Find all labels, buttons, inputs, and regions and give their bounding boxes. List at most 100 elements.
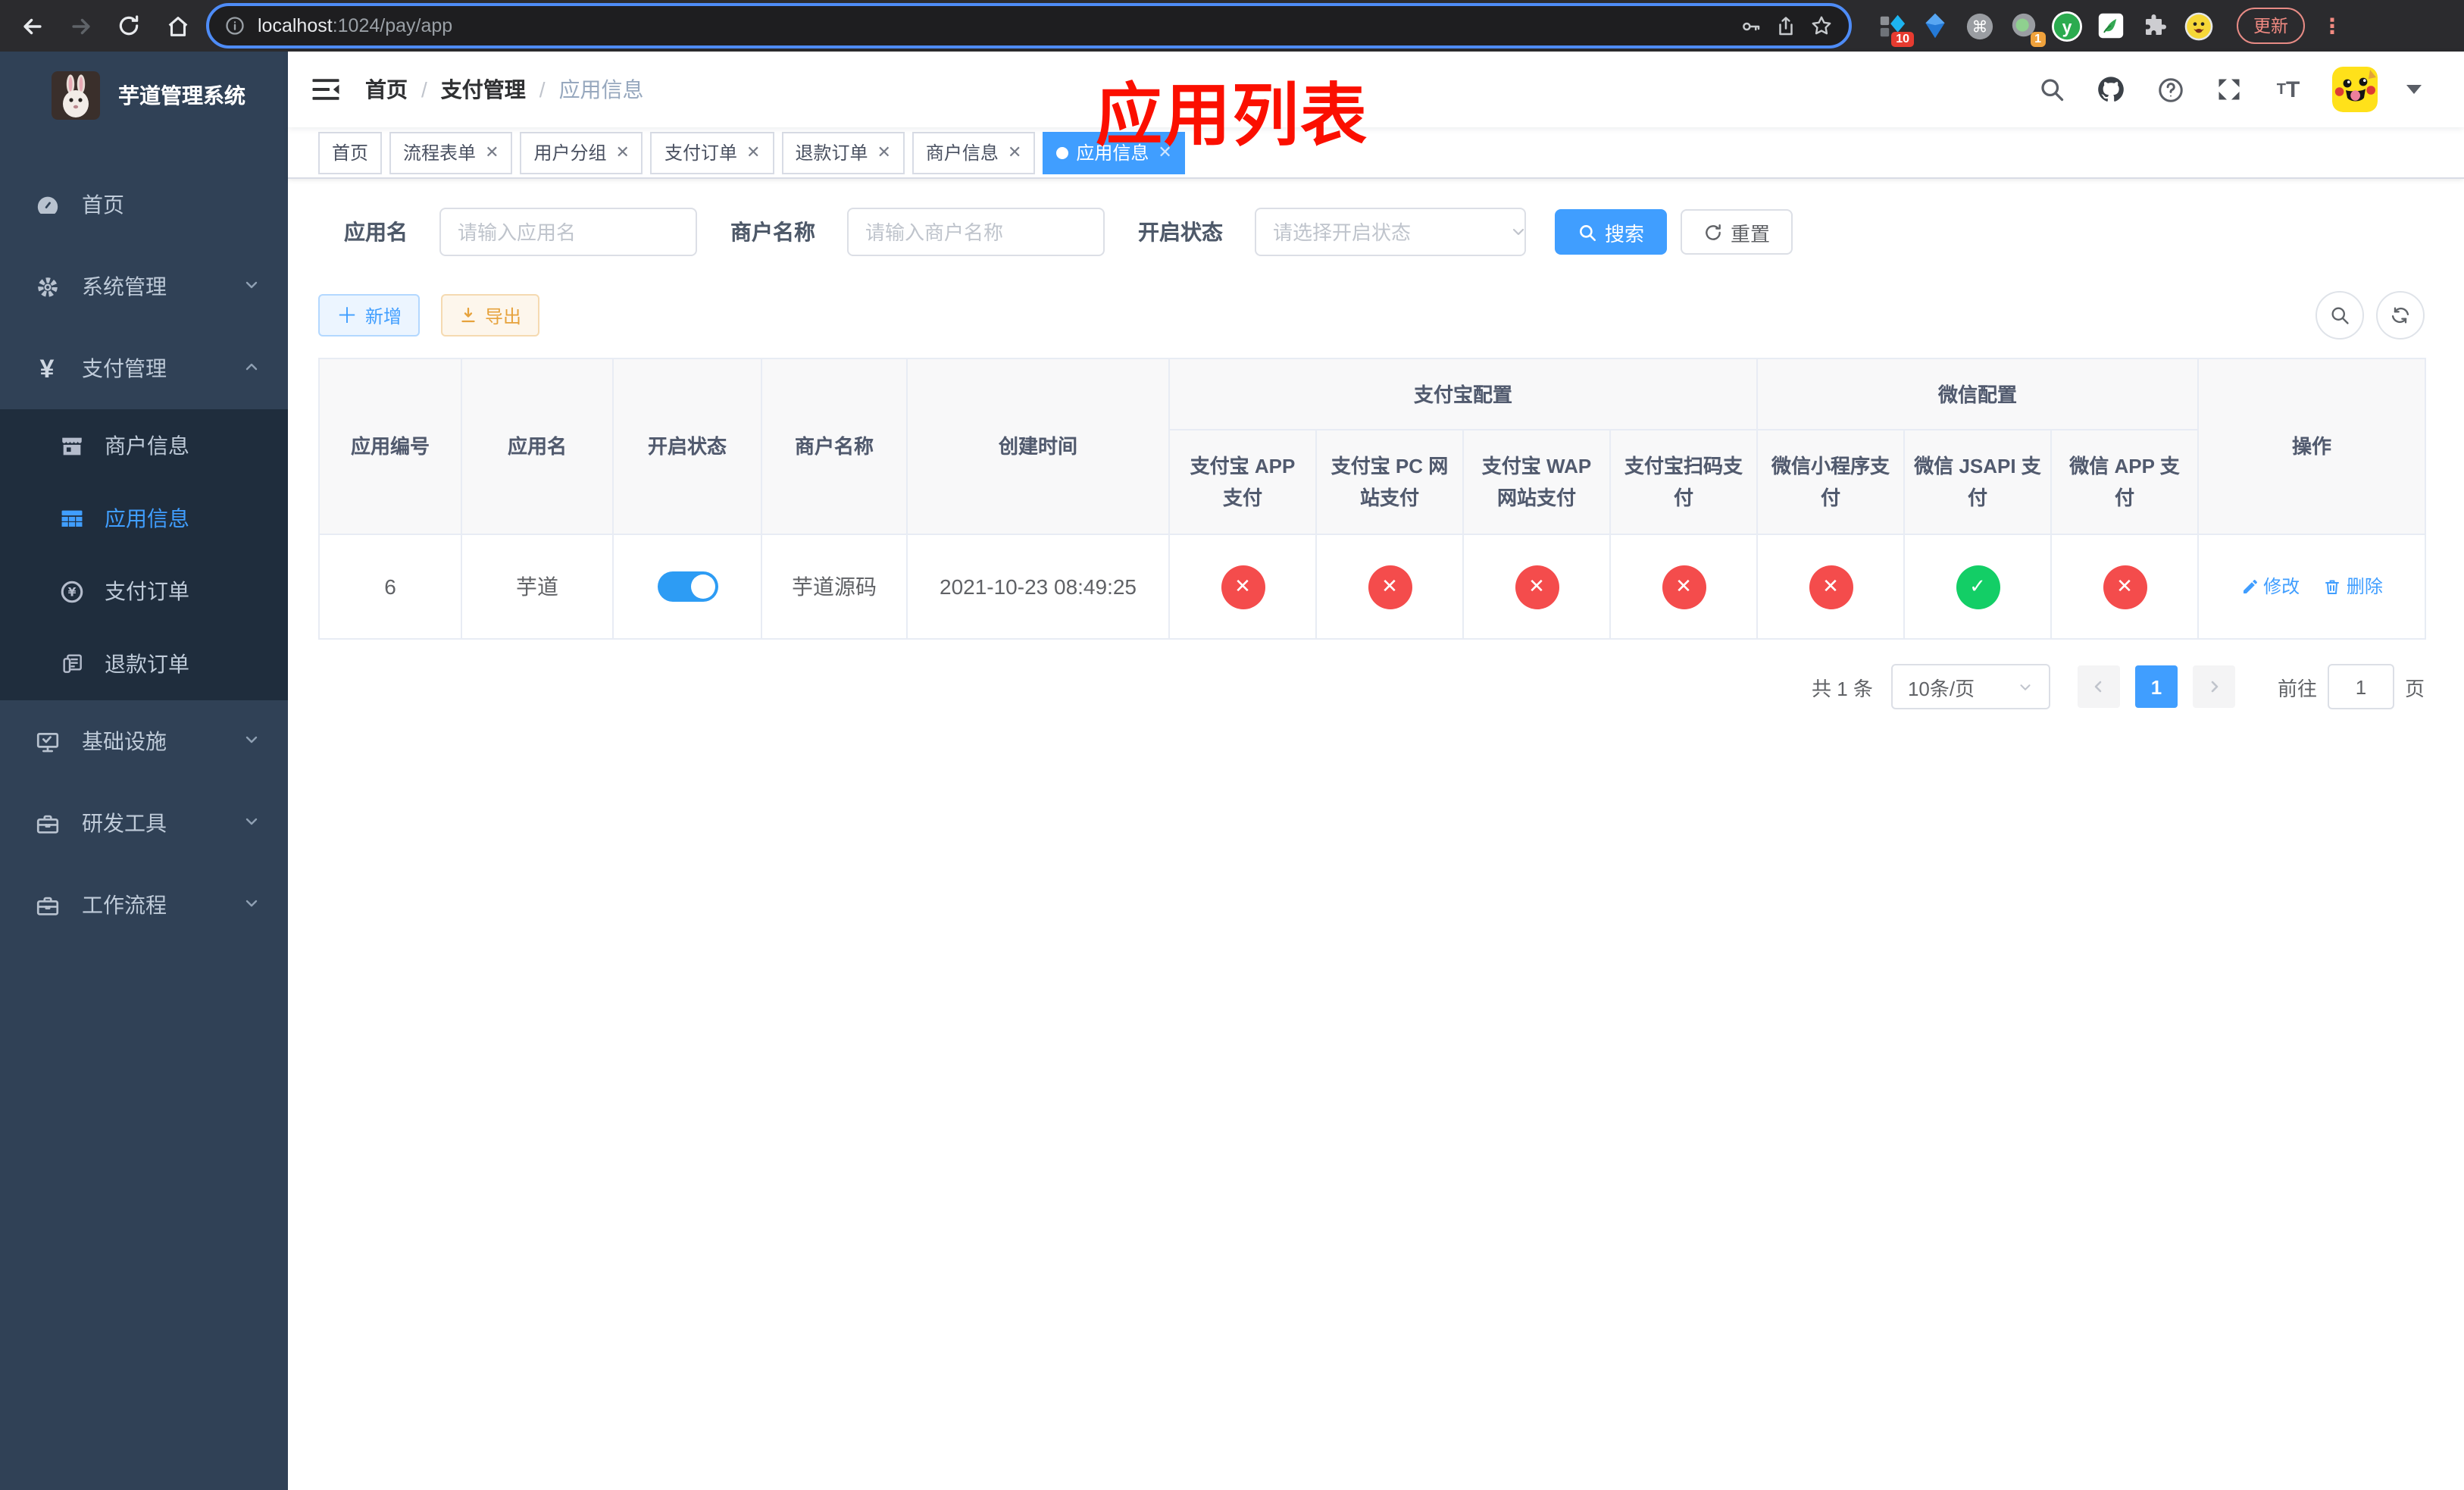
dashboard-icon — [33, 191, 61, 218]
logo-rabbit-image — [52, 71, 100, 120]
sidebar-item-workflow[interactable]: 工作流程 — [0, 864, 288, 946]
extension-y-icon[interactable]: y — [2052, 11, 2082, 41]
yen-icon: ¥ — [39, 354, 55, 383]
app-name-input[interactable] — [439, 208, 697, 256]
extension-proxy-icon[interactable]: 1 — [2008, 11, 2046, 47]
wechat-jsapi-status-icon — [1956, 565, 2000, 609]
sidebar-menu: 首页 系统管理 ¥ 支付管理 商户信息 应用信息 ¥ 支付订单 退款订单 基础设… — [0, 164, 288, 946]
tab-process-form[interactable]: 流程表单 ✕ — [389, 131, 513, 174]
search-button[interactable]: 搜索 — [1555, 209, 1668, 255]
cell-app-name: 芋道 — [461, 534, 614, 640]
sidebar-item-dev-tools[interactable]: 研发工具 — [0, 782, 288, 864]
add-button[interactable]: ＋ 新增 — [318, 294, 421, 337]
app-logo[interactable]: 芋道管理系统 — [0, 52, 288, 139]
fullscreen-icon[interactable] — [2214, 74, 2244, 105]
header-search-icon[interactable] — [2037, 74, 2067, 105]
prev-page-button[interactable] — [2077, 665, 2120, 708]
extension-notes-icon[interactable] — [2096, 11, 2126, 41]
cell-created: 2021-10-23 08:49:25 — [906, 534, 1170, 640]
app-name-label: 应用名 — [344, 220, 408, 244]
close-icon[interactable]: ✕ — [616, 142, 630, 162]
app-navbar: 首页 / 支付管理 / 应用信息 T T — [288, 52, 2464, 127]
toggle-search-button[interactable] — [2315, 291, 2364, 340]
extension-command-icon[interactable]: ⌘ — [1964, 11, 1994, 41]
page-number-1[interactable]: 1 — [2134, 665, 2178, 708]
url-bar[interactable]: localhost:1024/pay/app — [206, 3, 1852, 49]
close-icon[interactable]: ✕ — [1008, 142, 1021, 162]
status-select[interactable] — [1255, 208, 1543, 256]
sidebar-item-label: 研发工具 — [82, 811, 167, 835]
close-icon[interactable]: ✕ — [1158, 142, 1171, 162]
refresh-table-button[interactable] — [2376, 291, 2425, 340]
extensions-puzzle-icon[interactable] — [2140, 11, 2170, 41]
close-icon[interactable]: ✕ — [746, 142, 760, 162]
sidebar-item-system[interactable]: 系统管理 — [0, 246, 288, 327]
extensions-area: 10 ⌘ 1 y 更新 ⋮ — [1876, 8, 2346, 47]
share-icon[interactable] — [1775, 14, 1797, 37]
sidebar-item-infrastructure[interactable]: 基础设施 — [0, 700, 288, 782]
sidebar: 芋道管理系统 首页 系统管理 ¥ 支付管理 商户信息 应用信息 ¥ 支付订单 退… — [0, 52, 288, 1490]
col-status: 开启状态 — [612, 358, 762, 535]
breadcrumb-home[interactable]: 首页 — [365, 74, 408, 105]
status-label: 开启状态 — [1138, 220, 1223, 244]
sidebar-item-label: 系统管理 — [82, 274, 167, 299]
extension-kite-icon[interactable] — [1920, 11, 1950, 41]
wechat-app-status-icon — [2103, 565, 2147, 609]
goto-page-input[interactable] — [2327, 664, 2394, 709]
back-icon[interactable] — [12, 6, 52, 45]
extension-blocks-icon[interactable]: 10 — [1876, 11, 1914, 47]
help-icon[interactable] — [2155, 74, 2185, 105]
star-bookmark-icon[interactable] — [1809, 14, 1834, 38]
url-text[interactable]: localhost:1024/pay/app — [258, 15, 1728, 36]
sidebar-item-home[interactable]: 首页 — [0, 164, 288, 246]
delete-link[interactable]: 删除 — [2324, 574, 2383, 599]
export-button[interactable]: 导出 — [441, 294, 540, 337]
chevron-up-icon — [242, 356, 261, 380]
avatar-dropdown-caret[interactable] — [2406, 85, 2422, 94]
sidebar-item-merchant-info[interactable]: 商户信息 — [0, 409, 288, 482]
goto-suffix: 页 — [2404, 677, 2425, 700]
tab-app-info[interactable]: 应用信息 ✕ — [1043, 131, 1186, 174]
reload-icon[interactable] — [109, 6, 149, 45]
merchant-name-input[interactable] — [847, 208, 1105, 256]
user-avatar[interactable] — [2332, 67, 2378, 112]
tab-merchant-info[interactable]: 商户信息 ✕ — [911, 131, 1036, 174]
extension-badge: 10 — [1891, 32, 1914, 47]
edit-link[interactable]: 修改 — [2240, 574, 2300, 599]
github-icon[interactable] — [2096, 74, 2126, 105]
close-icon[interactable]: ✕ — [877, 142, 890, 162]
profile-avatar[interactable] — [2184, 11, 2214, 41]
sidebar-toggle-icon[interactable] — [311, 74, 341, 105]
close-icon[interactable]: ✕ — [485, 142, 499, 162]
alipay-qr-status-icon — [1662, 565, 1706, 609]
plus-icon: ＋ — [336, 303, 358, 327]
site-info-icon[interactable] — [224, 15, 245, 36]
font-size-icon[interactable]: TT — [2273, 74, 2303, 105]
reset-button[interactable]: 重置 — [1681, 209, 1793, 255]
home-icon[interactable] — [158, 6, 197, 45]
browser-update-button[interactable]: 更新 — [2237, 8, 2305, 44]
navbar-actions: TT — [2037, 67, 2422, 112]
breadcrumb-payment[interactable]: 支付管理 — [441, 74, 526, 105]
forward-icon[interactable] — [61, 6, 100, 45]
svg-text:⌘: ⌘ — [1972, 17, 1987, 36]
trash-icon — [2325, 580, 2340, 594]
breadcrumb-separator: / — [539, 77, 546, 102]
sidebar-item-app-info[interactable]: 应用信息 — [0, 482, 288, 555]
breadcrumb-current: 应用信息 — [558, 77, 644, 102]
refresh-icon — [1706, 224, 1721, 239]
next-page-button[interactable] — [2192, 665, 2235, 708]
tab-user-group[interactable]: 用户分组 ✕ — [520, 131, 643, 174]
sidebar-item-refund-order[interactable]: 退款订单 — [0, 628, 288, 700]
chevron-down-icon — [242, 893, 261, 917]
sidebar-item-payment[interactable]: ¥ 支付管理 — [0, 327, 288, 409]
browser-menu-icon[interactable]: ⋮ — [2322, 15, 2343, 36]
tab-home[interactable]: 首页 ✕ — [318, 131, 383, 174]
tab-pay-order[interactable]: 支付订单 ✕ — [650, 131, 774, 174]
tab-refund-order[interactable]: 退款订单 ✕ — [781, 131, 905, 174]
chevron-down-icon — [242, 729, 261, 753]
key-icon[interactable] — [1740, 14, 1762, 37]
sidebar-item-pay-order[interactable]: ¥ 支付订单 — [0, 555, 288, 628]
page-size-select[interactable]: 10条/页 — [1890, 664, 2050, 709]
status-toggle[interactable] — [657, 571, 718, 602]
